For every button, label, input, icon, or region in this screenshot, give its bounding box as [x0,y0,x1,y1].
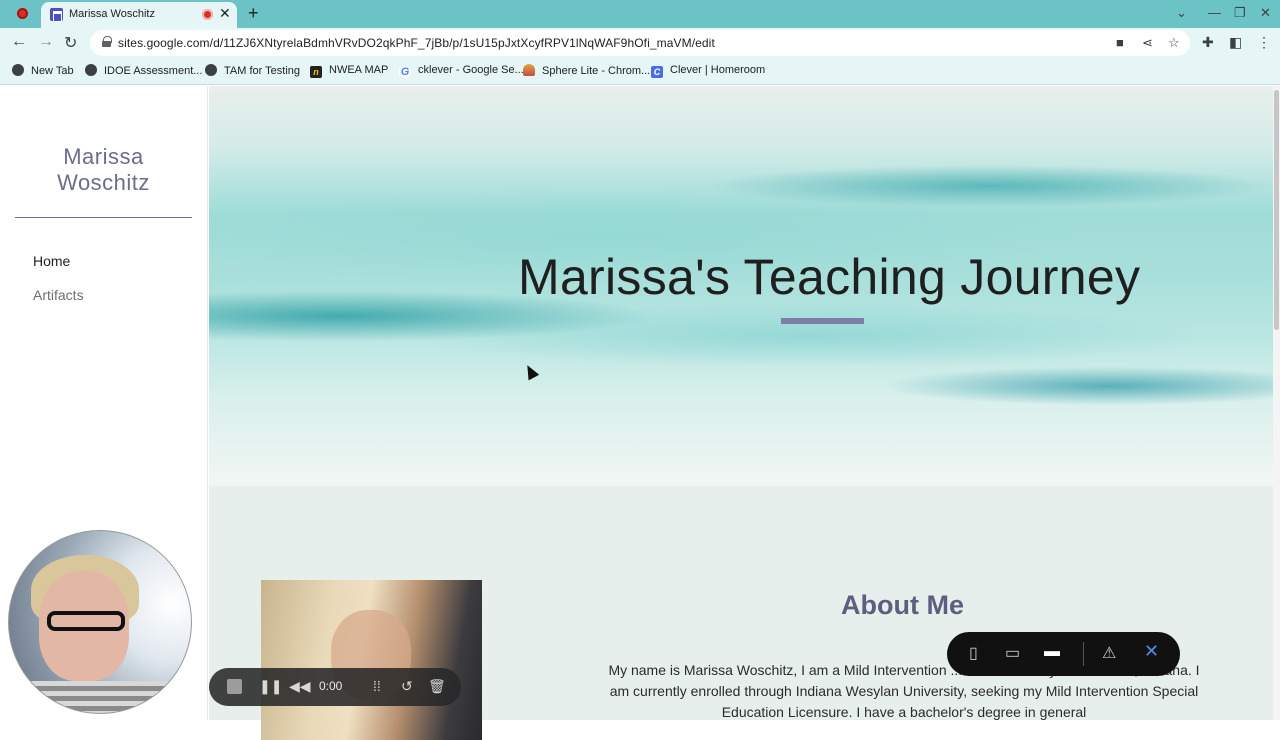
new-tab-button[interactable]: + [248,3,259,24]
toolbar-separator [1083,642,1084,666]
hero-accent-bar [781,318,864,324]
webcam-bubble[interactable] [8,530,192,714]
side-panel-icon[interactable]: ◧ [1229,34,1242,51]
recording-timer: 0:00 [319,679,343,693]
webcam-glasses [47,611,125,631]
bookmark-sphere[interactable]: Sphere Lite - Chrom... [523,64,650,77]
menu-icon[interactable]: ⋮ [1257,34,1271,51]
globe-icon [85,64,97,76]
nav-item-artifacts[interactable]: Artifacts [33,287,84,303]
site-content: Marissa Woschitz Home Artifacts Marissa'… [0,86,1280,740]
pause-icon[interactable]: ❚❚ [259,678,282,695]
tab-recording-icon [202,9,213,20]
camera-icon[interactable]: ■ [1116,35,1124,50]
stop-icon[interactable] [227,679,242,694]
hero-banner: Marissa's Teaching Journey [209,86,1273,486]
feedback-icon[interactable]: ⚠ [1102,643,1116,663]
phone-preview-icon[interactable]: ▯ [969,643,978,663]
laptop-preview-icon[interactable]: ▬ [1044,643,1060,661]
bookmark-nwea[interactable]: n NWEA MAP [310,64,388,78]
rewind-icon[interactable]: ◀◀ [289,678,311,695]
browser-toolbar: ← → ↻ sites.google.com/d/11ZJ6XNtyrelaBd… [0,28,1280,58]
extensions-icon[interactable]: ✚ [1202,34,1214,51]
page-scrollbar[interactable] [1273,86,1280,720]
restore-icon[interactable]: ❐ [1234,5,1246,21]
sphere-icon [523,64,535,76]
delete-icon[interactable]: 🗑 [428,678,446,695]
lock-icon[interactable] [102,36,112,47]
bookmark-clever[interactable]: C Clever | Homeroom [651,64,765,78]
bookmark-idoe[interactable]: IDOE Assessment... [85,64,202,77]
bookmark-new-tab[interactable]: New Tab [12,64,74,77]
close-tab-icon[interactable]: ✕ [219,5,231,22]
bookmark-cklever[interactable]: Gcklever - Google Se... [399,64,524,78]
bookmark-tam[interactable]: TAM for Testing [205,64,300,77]
browser-tab-strip: Marissa Woschitz ✕ + ⌄ — ❐ ✕ [0,0,1280,28]
browser-tab[interactable]: Marissa Woschitz ✕ [41,2,237,28]
google-sites-icon [50,8,63,22]
scrollbar-thumb[interactable] [1274,90,1279,330]
globe-icon [12,64,24,76]
close-preview-icon[interactable]: ✕ [1144,641,1159,662]
nwea-icon: n [310,66,322,78]
forward-icon[interactable]: → [38,33,54,51]
recording-controls: ❚❚ ◀◀ 0:00 ⁞⁞ ↺ 🗑 [209,668,461,706]
tab-title: Marissa Woschitz [69,8,155,20]
device-preview-bar: ▯ ▭ ▬ ⚠ ✕ [947,632,1180,676]
hero-title: Marissa's Teaching Journey [518,249,1141,305]
close-window-icon[interactable]: ✕ [1260,5,1271,21]
back-icon[interactable]: ← [11,33,27,51]
share-icon[interactable]: ⋖ [1142,35,1153,51]
url-text[interactable]: sites.google.com/d/11ZJ6XNtyrelaBdmhVRvD… [118,36,715,50]
bookmark-star-icon[interactable]: ☆ [1168,35,1180,51]
clever-icon: C [651,66,663,78]
tablet-preview-icon[interactable]: ▭ [1005,643,1020,663]
recording-indicator-icon [17,8,28,19]
reload-icon[interactable]: ↻ [64,33,77,53]
restart-icon[interactable]: ↺ [401,678,413,695]
tab-search-icon[interactable]: ⌄ [1176,5,1187,21]
webcam-shirt [9,681,191,713]
bookmarks-bar: New Tab IDOE Assessment... TAM for Testi… [0,58,1280,85]
google-icon: G [399,66,411,78]
site-name[interactable]: Marissa Woschitz [16,144,191,196]
drag-handle-icon[interactable]: ⁞⁞ [373,678,381,694]
profile-photo [261,580,482,740]
address-bar[interactable]: sites.google.com/d/11ZJ6XNtyrelaBdmhVRvD… [90,30,1190,56]
nav-item-home[interactable]: Home [33,253,70,269]
sidebar-divider [15,217,192,218]
about-title: About Me [841,590,964,620]
minimize-icon[interactable]: — [1208,5,1221,20]
globe-icon [205,64,217,76]
